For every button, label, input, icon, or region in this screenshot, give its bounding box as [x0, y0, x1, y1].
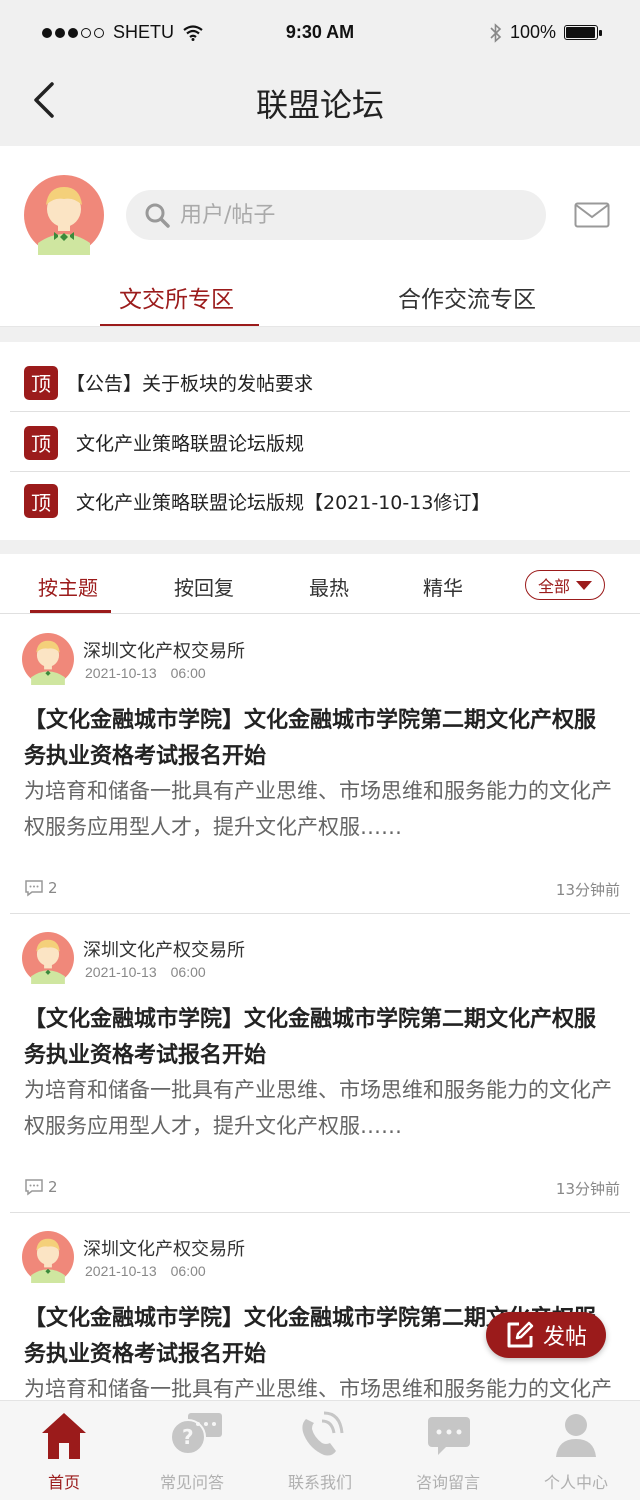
comment-icon — [25, 1179, 43, 1196]
battery-fill — [566, 27, 595, 38]
filter-by-reply[interactable]: 按回复 — [174, 572, 234, 601]
tabbar-label: 联系我们 — [287, 1473, 352, 1492]
post-time-ago: 13分钟前 — [555, 1180, 620, 1198]
phone-icon — [302, 1411, 344, 1456]
post-summary: 为培育和储备一批具有产业思维、市场思维和服务能力的文化产权服务应用型人才，提升文… — [24, 779, 612, 839]
page-title: 联盟论坛 — [255, 86, 384, 124]
tabbar-label: 常见问答 — [159, 1473, 224, 1492]
forum-header: 文交所专区 合作交流专区 — [0, 146, 640, 328]
home-icon — [42, 1413, 86, 1459]
pinned-item[interactable]: 顶 【公告】关于板块的发帖要求 — [10, 354, 630, 412]
avatar[interactable] — [24, 175, 104, 255]
post-summary: 为培育和储备一批具有产业思维、市场思维和服务能力的文化产权服务应用型人才，提升文… — [24, 1078, 612, 1138]
edit-icon — [507, 1321, 534, 1348]
filter-featured[interactable]: 精华 — [423, 572, 463, 601]
pinned-badge: 顶 — [24, 425, 58, 460]
pinned-item[interactable]: 顶 文化产业策略联盟论坛版规【2021-10-13修订】 — [10, 472, 630, 530]
tabbar-label: 首页 — [47, 1473, 80, 1492]
post-date-value: 2021-10-13 — [85, 964, 157, 980]
divider — [0, 326, 640, 342]
tab-wenjiaosuo[interactable]: 文交所专区 — [119, 280, 234, 314]
filter-hottest[interactable]: 最热 — [309, 572, 349, 601]
post-author: 深圳文化产权交易所 — [83, 1239, 245, 1260]
top-area: SHETU 9:30 AM 100% 联盟论坛 — [0, 0, 640, 146]
tabbar-qa[interactable]: ? 常见问答 — [128, 1401, 256, 1500]
all-dropdown[interactable]: 全部 — [525, 570, 605, 600]
post-comments[interactable]: 2 — [24, 879, 58, 897]
author-avatar[interactable] — [22, 932, 74, 984]
all-label: 全部 — [537, 577, 570, 596]
status-bar: SHETU 9:30 AM 100% — [0, 0, 640, 66]
post-date-value: 2021-10-13 — [85, 1263, 157, 1279]
post-author: 深圳文化产权交易所 — [83, 940, 245, 961]
post-time-ago: 13分钟前 — [555, 881, 620, 899]
filter-tabs: 按主题 按回复 最热 精华 全部 — [0, 554, 640, 614]
bottom-tab-bar: 首页 ? 常见问答 联系我们 咨询留言 个人中心 — [0, 1400, 640, 1500]
filter-by-topic[interactable]: 按主题 — [38, 572, 98, 601]
post-title[interactable]: 【文化金融城市学院】文化金融城市学院第二期文化产权服务执业资格考试报名开始 — [24, 703, 616, 775]
search-input[interactable] — [180, 202, 480, 228]
post-author: 深圳文化产权交易所 — [83, 641, 245, 662]
search-icon — [145, 203, 170, 228]
divider — [0, 540, 640, 554]
message-icon — [428, 1417, 470, 1455]
search-box[interactable] — [126, 190, 546, 240]
author-avatar[interactable] — [22, 633, 74, 685]
mail-icon[interactable] — [574, 202, 610, 228]
post-date: 2021-10-13 06:00 — [85, 665, 206, 681]
bluetooth-icon — [490, 22, 502, 43]
post-comments[interactable]: 2 — [24, 1178, 58, 1196]
pinned-title: 文化产业策略联盟论坛版规 — [76, 433, 305, 455]
post-title[interactable]: 【文化金融城市学院】文化金融城市学院第二期文化产权服务执业资格考试报名开始 — [24, 1002, 616, 1074]
post-card[interactable]: 深圳文化产权交易所 2021-10-13 06:00 【文化金融城市学院】文化金融… — [10, 914, 630, 1213]
caret-down-icon — [576, 580, 592, 590]
comment-count: 2 — [48, 879, 58, 897]
comment-icon — [25, 880, 43, 897]
section-tabs: 文交所专区 合作交流专区 — [0, 266, 640, 328]
svg-text:?: ? — [182, 1425, 194, 1449]
new-post-button[interactable]: 发帖 — [486, 1312, 606, 1358]
tab-hezuo[interactable]: 合作交流专区 — [398, 280, 536, 314]
pinned-title: 【公告】关于板块的发帖要求 — [66, 373, 314, 395]
nav-bar: 联盟论坛 — [0, 66, 640, 134]
pinned-badge: 顶 — [24, 365, 58, 400]
filter-underline — [30, 610, 111, 613]
new-post-label: 发帖 — [542, 1325, 587, 1350]
pinned-badge: 顶 — [24, 484, 58, 518]
post-time: 06:00 — [170, 964, 206, 980]
pinned-title: 文化产业策略联盟论坛版规【2021-10-13修订】 — [76, 491, 491, 514]
user-icon — [556, 1414, 596, 1457]
tabbar-profile[interactable]: 个人中心 — [512, 1401, 640, 1500]
author-avatar[interactable] — [22, 1231, 74, 1283]
tabbar-label: 咨询留言 — [415, 1473, 480, 1492]
post-card[interactable]: 深圳文化产权交易所 2021-10-13 06:00 【文化金融城市学院】文化金融… — [10, 615, 630, 914]
pinned-item[interactable]: 顶 文化产业策略联盟论坛版规 — [10, 414, 630, 472]
post-time: 06:00 — [170, 1263, 206, 1279]
tabbar-home[interactable]: 首页 — [0, 1401, 128, 1500]
tabbar-label: 个人中心 — [543, 1473, 608, 1492]
post-time: 06:00 — [170, 665, 206, 681]
tabbar-contact[interactable]: 联系我们 — [256, 1401, 384, 1500]
status-right: 100% — [490, 22, 602, 43]
post-date-value: 2021-10-13 — [85, 665, 157, 681]
pinned-list: 顶 【公告】关于板块的发帖要求 顶 文化产业策略联盟论坛版规 顶 文化产业策略联… — [0, 342, 640, 538]
qa-icon: ? — [170, 1413, 222, 1455]
post-date: 2021-10-13 06:00 — [85, 1263, 206, 1279]
tabbar-message[interactable]: 咨询留言 — [384, 1401, 512, 1500]
comment-count: 2 — [48, 1178, 58, 1196]
battery-icon — [564, 25, 602, 40]
post-date: 2021-10-13 06:00 — [85, 964, 206, 980]
battery-percent: 100% — [509, 22, 556, 42]
